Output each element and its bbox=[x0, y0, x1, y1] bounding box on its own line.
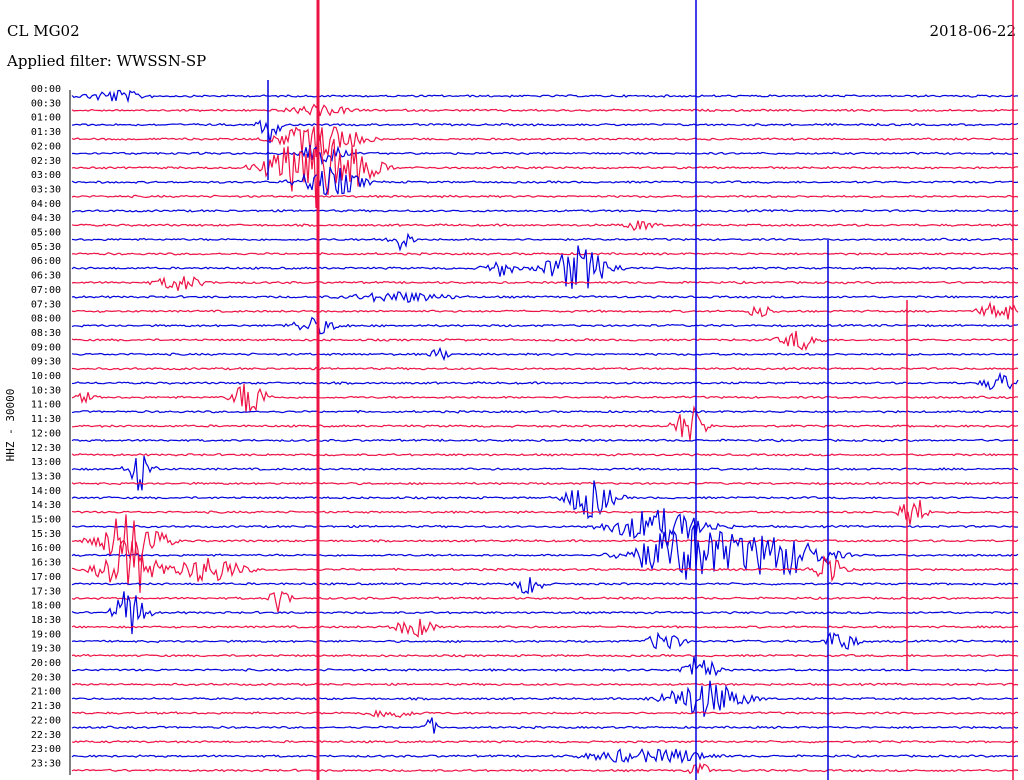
row-label-1900: 19:00 bbox=[31, 629, 61, 640]
row-label-0700: 07:00 bbox=[31, 285, 61, 296]
row-label-0730: 07:30 bbox=[31, 299, 61, 310]
trace-2300 bbox=[71, 747, 1018, 765]
trace-0330 bbox=[71, 194, 1019, 199]
trace-2200 bbox=[71, 717, 1019, 734]
row-label-1500: 15:00 bbox=[31, 515, 61, 526]
trace-1930 bbox=[71, 653, 1019, 658]
trace-1000 bbox=[71, 371, 1019, 391]
trace-0200 bbox=[71, 145, 1019, 165]
row-label-1700: 17:00 bbox=[31, 572, 61, 583]
row-label-1800: 18:00 bbox=[31, 601, 61, 612]
row-label-0430: 04:30 bbox=[31, 213, 61, 224]
trace-1530 bbox=[71, 514, 1019, 563]
trace-1430 bbox=[71, 499, 1019, 525]
row-label-0500: 05:00 bbox=[31, 228, 61, 239]
trace-0900 bbox=[71, 346, 1019, 362]
row-label-0630: 06:30 bbox=[31, 271, 61, 282]
trace-2330 bbox=[71, 762, 1019, 775]
trace-0430 bbox=[71, 220, 1019, 232]
row-label-2100: 21:00 bbox=[31, 687, 61, 698]
row-label-0300: 03:00 bbox=[31, 170, 61, 181]
row-label-2300: 23:00 bbox=[31, 744, 61, 755]
row-label-2230: 22:30 bbox=[31, 730, 61, 741]
row-label-2130: 21:30 bbox=[31, 701, 61, 712]
row-label-1330: 13:30 bbox=[31, 471, 61, 482]
row-label-2330: 23:30 bbox=[31, 758, 61, 769]
row-label-0130: 01:30 bbox=[31, 127, 61, 138]
row-label-1300: 13:00 bbox=[31, 457, 61, 468]
row-label-0400: 04:00 bbox=[31, 199, 61, 210]
row-label-2200: 22:00 bbox=[31, 715, 61, 726]
row-label-0230: 02:30 bbox=[31, 156, 61, 167]
trace-1700 bbox=[71, 577, 1019, 595]
trace-1600 bbox=[71, 525, 1019, 580]
row-label-1200: 12:00 bbox=[31, 428, 61, 439]
trace-0800 bbox=[71, 316, 1019, 335]
trace-0700 bbox=[71, 291, 1019, 304]
row-label-1600: 16:00 bbox=[31, 543, 61, 554]
trace-0500 bbox=[71, 232, 1019, 252]
row-label-1430: 14:30 bbox=[31, 500, 61, 511]
trace-2230 bbox=[71, 739, 1019, 744]
row-label-1100: 11:00 bbox=[31, 400, 61, 411]
trace-0400 bbox=[71, 209, 1019, 213]
trace-1730 bbox=[71, 590, 1019, 613]
row-label-0100: 01:00 bbox=[31, 113, 61, 124]
row-label-2000: 20:00 bbox=[31, 658, 61, 669]
trace-1300 bbox=[71, 455, 1019, 491]
row-label-1630: 16:30 bbox=[31, 558, 61, 569]
trace-2130 bbox=[71, 709, 1019, 719]
trace-0630 bbox=[71, 276, 1019, 291]
trace-1230 bbox=[71, 452, 1019, 457]
trace-2000 bbox=[71, 656, 1018, 677]
row-label-0930: 09:30 bbox=[31, 357, 61, 368]
trace-0530 bbox=[71, 251, 1019, 256]
trace-1030 bbox=[71, 383, 1019, 414]
row-label-1400: 14:00 bbox=[31, 486, 61, 497]
trace-1200 bbox=[71, 438, 1019, 443]
row-label-0000: 00:00 bbox=[31, 84, 61, 95]
row-label-1530: 15:30 bbox=[31, 529, 61, 540]
row-label-2030: 20:30 bbox=[31, 672, 61, 683]
trace-0030 bbox=[71, 102, 1019, 117]
trace-2100 bbox=[71, 680, 1019, 717]
row-label-0530: 05:30 bbox=[31, 242, 61, 253]
row-label-0200: 02:00 bbox=[31, 141, 61, 152]
trace-1900 bbox=[71, 631, 1019, 650]
trace-0930 bbox=[71, 366, 1019, 371]
trace-1830 bbox=[71, 618, 1019, 638]
row-label-0830: 08:30 bbox=[31, 328, 61, 339]
row-label-0030: 00:30 bbox=[31, 98, 61, 109]
row-label-0900: 09:00 bbox=[31, 342, 61, 353]
trace-1500 bbox=[71, 508, 1019, 547]
row-label-0800: 08:00 bbox=[31, 314, 61, 325]
trace-0730 bbox=[71, 301, 1019, 320]
trace-1100 bbox=[71, 409, 1019, 414]
trace-1330 bbox=[71, 481, 1019, 486]
row-label-1930: 19:30 bbox=[31, 644, 61, 655]
trace-0300 bbox=[71, 166, 1019, 196]
row-label-0330: 03:30 bbox=[31, 184, 61, 195]
trace-0830 bbox=[71, 330, 1019, 352]
row-label-1000: 10:00 bbox=[31, 371, 61, 382]
y-axis-label: HHZ - 30000 bbox=[4, 389, 17, 462]
row-label-1130: 11:30 bbox=[31, 414, 61, 425]
row-label-1730: 17:30 bbox=[31, 586, 61, 597]
row-label-1830: 18:30 bbox=[31, 615, 61, 626]
trace-2030 bbox=[71, 682, 1019, 687]
row-label-1030: 10:30 bbox=[31, 385, 61, 396]
seismogram-chart: HHZ - 30000 00:00 00:30 01:00 01:30 02:00 02:… bbox=[4, 0, 1019, 780]
row-label-0600: 06:00 bbox=[31, 256, 61, 267]
row-label-1230: 12:30 bbox=[31, 443, 61, 454]
trace-0000 bbox=[71, 89, 1019, 104]
